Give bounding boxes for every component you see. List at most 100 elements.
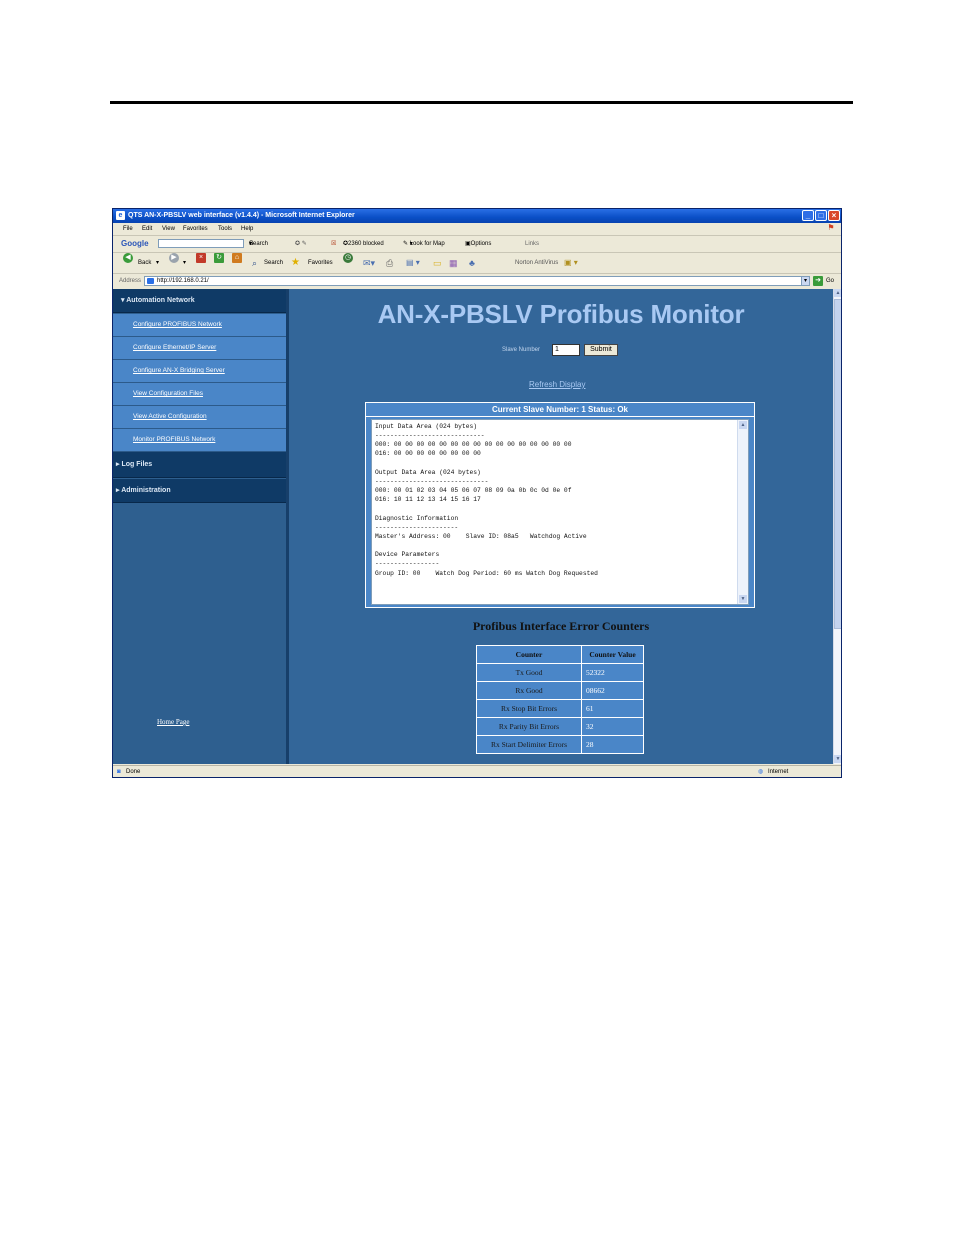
messenger-icon[interactable]: ♣ [469,253,475,273]
slave-number-label: Slave Number [502,347,541,353]
sidebar: ▾ Automation Network Configure PROFIBUS … [113,289,286,764]
refresh-display-link[interactable]: Refresh Display [529,380,585,389]
sidebar-item-view-config-files[interactable]: View Configuration Files [113,383,286,406]
error-counters-title: Profibus Interface Error Counters [472,619,650,633]
browser-window: e QTS AN-X-PBSLV web interface (v1.4.4) … [112,208,842,778]
sidebar-item-configure-bridging[interactable]: Configure AN-X Bridging Server [113,360,286,383]
forward-dropdown-icon[interactable]: ▾ [183,253,186,273]
look-for-map-button[interactable]: ✎ Look for Map ▾ [403,236,445,252]
back-label[interactable]: Back [138,253,151,273]
textarea-scrollbar[interactable]: ▲ ▼ [737,420,748,604]
edit-icon[interactable]: ▤ ▾ [406,253,420,273]
minimize-button[interactable]: _ [802,210,814,221]
slave-data-textarea[interactable]: Input Data Area (024 bytes) ------------… [371,419,749,605]
stop-icon[interactable]: × [196,253,206,263]
menu-view[interactable]: View [162,223,175,235]
status-text: Done [126,769,141,775]
google-logo: Google [121,239,149,248]
counter-value: 61 [581,699,644,718]
research-icon[interactable]: ▦ [449,253,458,273]
favorites-label[interactable]: Favorites [308,253,333,273]
zone-label: Internet [768,769,789,775]
toolbar-tools-icons[interactable]: ✪ ✎ [295,236,307,252]
section-collapsed-icon: ▸ [116,487,120,494]
menu-favorites[interactable]: Favorites [183,223,208,235]
page-scrollbar[interactable]: ▲ ▼ [833,289,841,764]
column-header: Counter [476,645,582,664]
menu-file[interactable]: File [123,223,133,235]
history-icon[interactable]: ◷ [343,253,353,263]
back-dropdown-icon[interactable]: ▾ [156,253,159,273]
menu-tools[interactable]: Tools [218,223,232,235]
counter-name: Rx Parity Bit Errors [476,717,582,736]
scroll-down-icon[interactable]: ▼ [834,755,841,763]
sidebar-section-automation-network[interactable]: ▾ Automation Network [113,289,286,313]
slave-status-panel: Current Slave Number: 1 Status: Ok Input… [365,402,755,608]
favorites-star-icon[interactable]: ★ [291,253,300,273]
sidebar-item-configure-profibus[interactable]: Configure PROFIBUS Network [113,314,286,337]
address-dropdown-icon[interactable]: ▾ [801,276,810,286]
maximize-button[interactable]: □ [815,210,827,221]
web-page-content: ▾ Automation Network Configure PROFIBUS … [113,289,841,764]
address-input[interactable]: http://192.168.0.21/ [144,276,808,286]
scrollbar-thumb[interactable] [834,299,841,629]
links-label[interactable]: Links [525,236,539,252]
page-top-rule [110,101,853,104]
close-button[interactable]: × [828,210,840,221]
popup-blocked-count[interactable]: ✪ 2360 blocked [343,236,384,252]
table-header-row: Counter Counter Value [476,645,644,664]
counter-value: 52322 [581,663,644,682]
counter-name: Rx Start Delimiter Errors [476,735,582,754]
navigation-toolbar: ◀ Back ▾ ▶ ▾ × ↻ ⌂ ⌕ Search ★ Favorites … [113,253,841,274]
back-arrow-icon[interactable]: ◀ [123,253,133,263]
page-done-icon: ◙ [117,769,121,775]
options-button[interactable]: ▣ Options [465,236,491,252]
sidebar-item-configure-ethernet[interactable]: Configure Ethernet/IP Server [113,337,286,360]
counter-name: Rx Stop Bit Errors [476,699,582,718]
sidebar-item-monitor-profibus[interactable]: Monitor PROFIBUS Network [113,429,286,452]
status-bar: ◙ Done ◍ Internet [113,765,841,777]
forward-arrow-icon[interactable]: ▶ [169,253,179,263]
address-url: http://192.168.0.21/ [157,278,209,284]
sidebar-section-log-files[interactable]: ▸ Log Files [113,452,286,478]
table-row: Rx Start Delimiter Errors 28 [476,735,644,754]
page-icon [147,278,154,284]
mail-icon[interactable]: ✉▾ [363,253,375,273]
google-search-input[interactable] [158,239,244,248]
go-label[interactable]: Go [826,274,834,288]
menu-help[interactable]: Help [241,223,253,235]
table-row: Rx Good 08662 [476,681,644,700]
menu-edit[interactable]: Edit [142,223,152,235]
home-icon[interactable]: ⌂ [232,253,242,263]
internet-zone-icon: ◍ [758,769,764,775]
counter-name: Rx Good [476,681,582,700]
sidebar-item-view-active-config[interactable]: View Active Configuration [113,406,286,429]
scroll-up-icon[interactable]: ▲ [739,421,747,429]
search-label[interactable]: Search [264,253,283,273]
address-bar: Address http://192.168.0.21/ ▾ ➜ Go [113,274,841,288]
table-row: Tx Good 52322 [476,663,644,682]
norton-icon[interactable]: ▣ ▾ [564,253,578,273]
sidebar-section-administration[interactable]: ▸ Administration [113,479,286,503]
counter-value: 32 [581,717,644,736]
print-icon[interactable]: ⎙ [386,253,393,273]
scroll-down-icon[interactable]: ▼ [739,595,747,603]
search-icon[interactable]: ⌕ [252,253,257,273]
google-search-button[interactable]: G Search ▾ [249,236,268,252]
popup-blocker-icon[interactable]: ☒ [331,236,336,252]
section-expanded-icon: ▾ [121,297,125,304]
window-titlebar[interactable]: e QTS AN-X-PBSLV web interface (v1.4.4) … [113,209,841,223]
home-page-link[interactable]: Home Page [157,718,189,726]
window-title: QTS AN-X-PBSLV web interface (v1.4.4) - … [128,212,355,219]
refresh-icon[interactable]: ↻ [214,253,224,263]
slave-number-input[interactable]: 1 [552,344,580,356]
table-row: Rx Parity Bit Errors 32 [476,717,644,736]
go-arrow-icon[interactable]: ➜ [813,276,823,286]
counter-value: 28 [581,735,644,754]
submit-button[interactable]: Submit [584,344,618,356]
page-title: AN-X-PBSLV Profibus Monitor [377,299,745,329]
scroll-up-icon[interactable]: ▲ [834,289,841,297]
norton-label[interactable]: Norton AntiVirus [515,253,558,273]
main-frame: AN-X-PBSLV Profibus Monitor Slave Number… [289,289,833,764]
discuss-icon[interactable]: ▭ [433,253,442,273]
